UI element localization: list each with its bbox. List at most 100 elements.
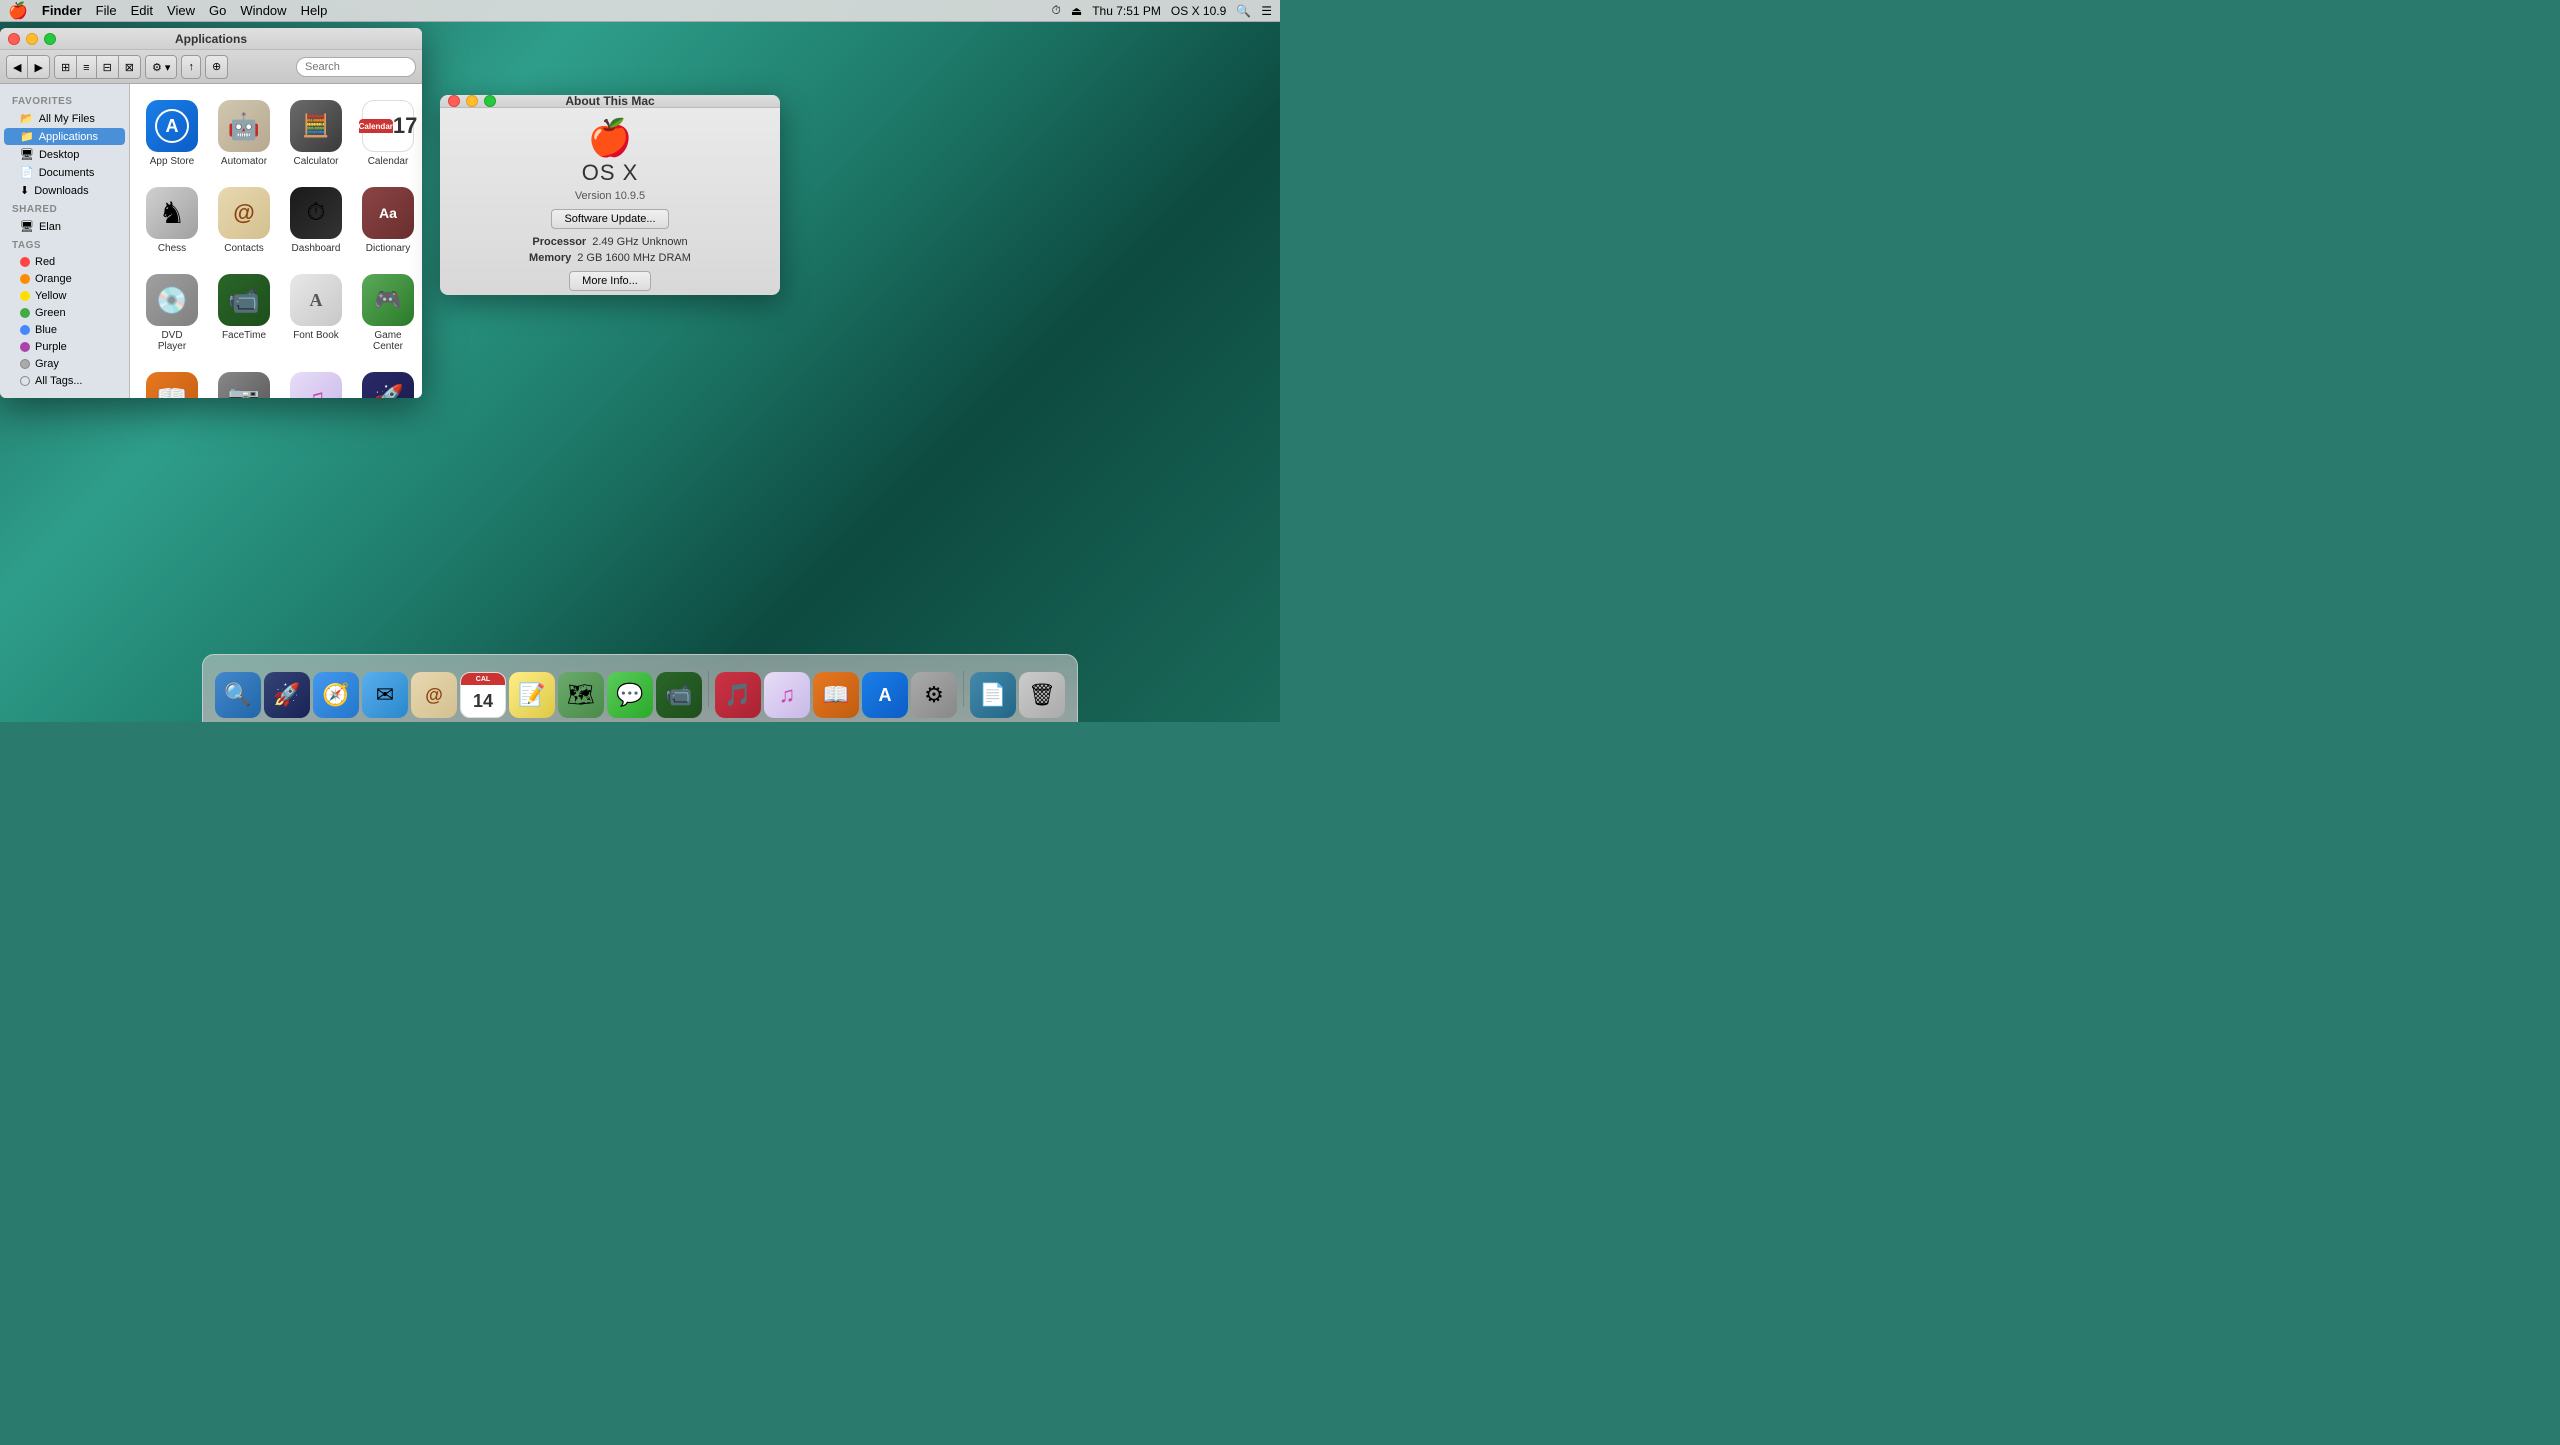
app-icon-dictionary: Aa <box>362 187 414 239</box>
sidebar-item-elan[interactable]: 🖥 Elan <box>4 218 125 235</box>
processor-row: Processor 2.49 GHz Unknown <box>456 236 764 248</box>
app-itunes[interactable]: ♫ iTunes <box>284 366 348 398</box>
menu-edit[interactable]: Edit <box>131 3 153 18</box>
eject-icon[interactable]: ⏏ <box>1071 4 1082 18</box>
share-button[interactable]: ↑ <box>181 55 201 79</box>
maximize-button[interactable] <box>44 33 56 45</box>
about-close-button[interactable] <box>448 95 460 107</box>
app-contacts[interactable]: @ Contacts <box>212 181 276 260</box>
menu-file[interactable]: File <box>96 3 117 18</box>
app-icon-facetime: 📹 <box>218 274 270 326</box>
dock-ibooks[interactable]: 📖 <box>813 672 859 718</box>
spotlight-icon[interactable]: 🔍 <box>1236 4 1251 18</box>
sidebar-tag-green[interactable]: Green <box>4 305 125 321</box>
app-label-dvdplayer: DVD Player <box>146 330 198 352</box>
sidebar-tag-red[interactable]: Red <box>4 254 125 270</box>
column-view-button[interactable]: ⊟ <box>97 56 119 79</box>
dock-appstore[interactable]: A <box>862 672 908 718</box>
sidebar-item-downloads[interactable]: ⬇ Downloads <box>4 182 125 199</box>
menu-go[interactable]: Go <box>209 3 226 18</box>
sidebar-tag-alltags[interactable]: All Tags... <box>4 373 125 389</box>
dock-music[interactable]: 🎵 <box>715 672 761 718</box>
finder-window-title: Applications <box>175 32 247 46</box>
app-icon-dvdplayer: 💿 <box>146 274 198 326</box>
app-dvdplayer[interactable]: 💿 DVD Player <box>140 268 204 358</box>
sidebar-item-allmyfiles[interactable]: 📂 All My Files <box>4 110 125 127</box>
app-appstore[interactable]: A App Store <box>140 94 204 173</box>
dock-facetime[interactable]: 📹 <box>656 672 702 718</box>
about-body: 🍎 OS X Version 10.9.5 Software Update...… <box>440 108 780 295</box>
dock-mail[interactable]: ✉ <box>362 672 408 718</box>
list-view-button[interactable]: ≡ <box>77 56 96 79</box>
about-maximize-button[interactable] <box>484 95 496 107</box>
finder-window: Applications ◀ ▶ ⊞ ≡ ⊟ ⊠ ⚙ ▾ ↑ ⊕ FAVORIT… <box>0 28 422 398</box>
dock-messages[interactable]: 💬 <box>607 672 653 718</box>
app-gamecenter[interactable]: 🎮 Game Center <box>356 268 420 358</box>
menu-finder[interactable]: Finder <box>42 3 82 18</box>
action-button[interactable]: ⚙ ▾ <box>146 56 176 79</box>
sidebar-item-desktop[interactable]: 🖥 Desktop <box>4 146 125 163</box>
app-label-gamecenter: Game Center <box>362 330 414 352</box>
menubar-right: ⏱ ⏏ Thu 7:51 PM OS X 10.9 🔍 ☰ <box>1051 3 1272 18</box>
notification-icon[interactable]: ☰ <box>1261 4 1272 18</box>
dock-launchpad[interactable]: 🚀 <box>264 672 310 718</box>
app-icon-imagecapture: 📷 <box>218 372 270 398</box>
app-chess[interactable]: ♞ Chess <box>140 181 204 260</box>
app-calendar[interactable]: Calendar 17 Calendar <box>356 94 420 173</box>
menu-view[interactable]: View <box>167 3 195 18</box>
dock-textedit[interactable]: 📄 <box>970 672 1016 718</box>
forward-button[interactable]: ▶ <box>28 56 48 79</box>
software-update-button[interactable]: Software Update... <box>551 209 668 229</box>
app-icon-launchpad: 🚀 <box>362 372 414 398</box>
app-launchpad[interactable]: 🚀 Launchpad <box>356 366 420 398</box>
menu-help[interactable]: Help <box>301 3 328 18</box>
app-dictionary[interactable]: Aa Dictionary <box>356 181 420 260</box>
sidebar-item-applications[interactable]: 📁 Applications <box>4 128 125 145</box>
sidebar-tag-purple[interactable]: Purple <box>4 339 125 355</box>
close-button[interactable] <box>8 33 20 45</box>
tag-label-yellow: Yellow <box>35 290 66 302</box>
back-button[interactable]: ◀ <box>7 56 28 79</box>
about-minimize-button[interactable] <box>466 95 478 107</box>
apple-menu[interactable]: 🍎 <box>8 1 28 21</box>
tag-button[interactable]: ⊕ <box>205 55 228 79</box>
app-label-contacts: Contacts <box>224 243 263 254</box>
menubar-left: 🍎 Finder File Edit View Go Window Help <box>8 1 1037 21</box>
app-calculator[interactable]: 🧮 Calculator <box>284 94 348 173</box>
dock-trash[interactable]: 🗑 <box>1019 672 1065 718</box>
sidebar-tag-yellow[interactable]: Yellow <box>4 288 125 304</box>
app-ibooks[interactable]: 📖 iBooks <box>140 366 204 398</box>
dock-finder[interactable]: 🔍 <box>215 672 261 718</box>
favorites-section-label: FAVORITES <box>0 92 129 109</box>
sidebar-tag-gray[interactable]: Gray <box>4 356 125 372</box>
search-input[interactable] <box>296 57 416 77</box>
app-facetime[interactable]: 📹 FaceTime <box>212 268 276 358</box>
app-icon-gamecenter: 🎮 <box>362 274 414 326</box>
menu-window[interactable]: Window <box>240 3 286 18</box>
app-imagecapture[interactable]: 📷 Image Capture <box>212 366 276 398</box>
dock-notes[interactable]: 📝 <box>509 672 555 718</box>
os-display: OS X 10.9 <box>1171 4 1226 18</box>
dock-maps[interactable]: 🗺 <box>558 672 604 718</box>
dock-calendar[interactable]: CAL 14 <box>460 672 506 718</box>
cover-view-button[interactable]: ⊠ <box>119 56 140 79</box>
dock-contacts[interactable]: @ <box>411 672 457 718</box>
app-automator[interactable]: 🤖 Automator <box>212 94 276 173</box>
tag-label-gray: Gray <box>35 358 59 370</box>
sidebar-tag-blue[interactable]: Blue <box>4 322 125 338</box>
minimize-button[interactable] <box>26 33 38 45</box>
sidebar-tag-orange[interactable]: Orange <box>4 271 125 287</box>
dock-separator-1 <box>708 671 709 707</box>
dock-safari[interactable]: 🧭 <box>313 672 359 718</box>
dock-itunes[interactable]: ♫ <box>764 672 810 718</box>
sidebar-item-documents[interactable]: 📄 Documents <box>4 164 125 181</box>
app-label-facetime: FaceTime <box>222 330 266 341</box>
dock-systemprefs[interactable]: ⚙ <box>911 672 957 718</box>
more-info-button[interactable]: More Info... <box>569 271 651 291</box>
time-machine-icon[interactable]: ⏱ <box>1051 3 1060 18</box>
app-dashboard[interactable]: ⏱ Dashboard <box>284 181 348 260</box>
app-fontbook[interactable]: A Font Book <box>284 268 348 358</box>
finder-titlebar: Applications <box>0 28 422 50</box>
app-icon-automator: 🤖 <box>218 100 270 152</box>
icon-view-button[interactable]: ⊞ <box>55 56 77 79</box>
